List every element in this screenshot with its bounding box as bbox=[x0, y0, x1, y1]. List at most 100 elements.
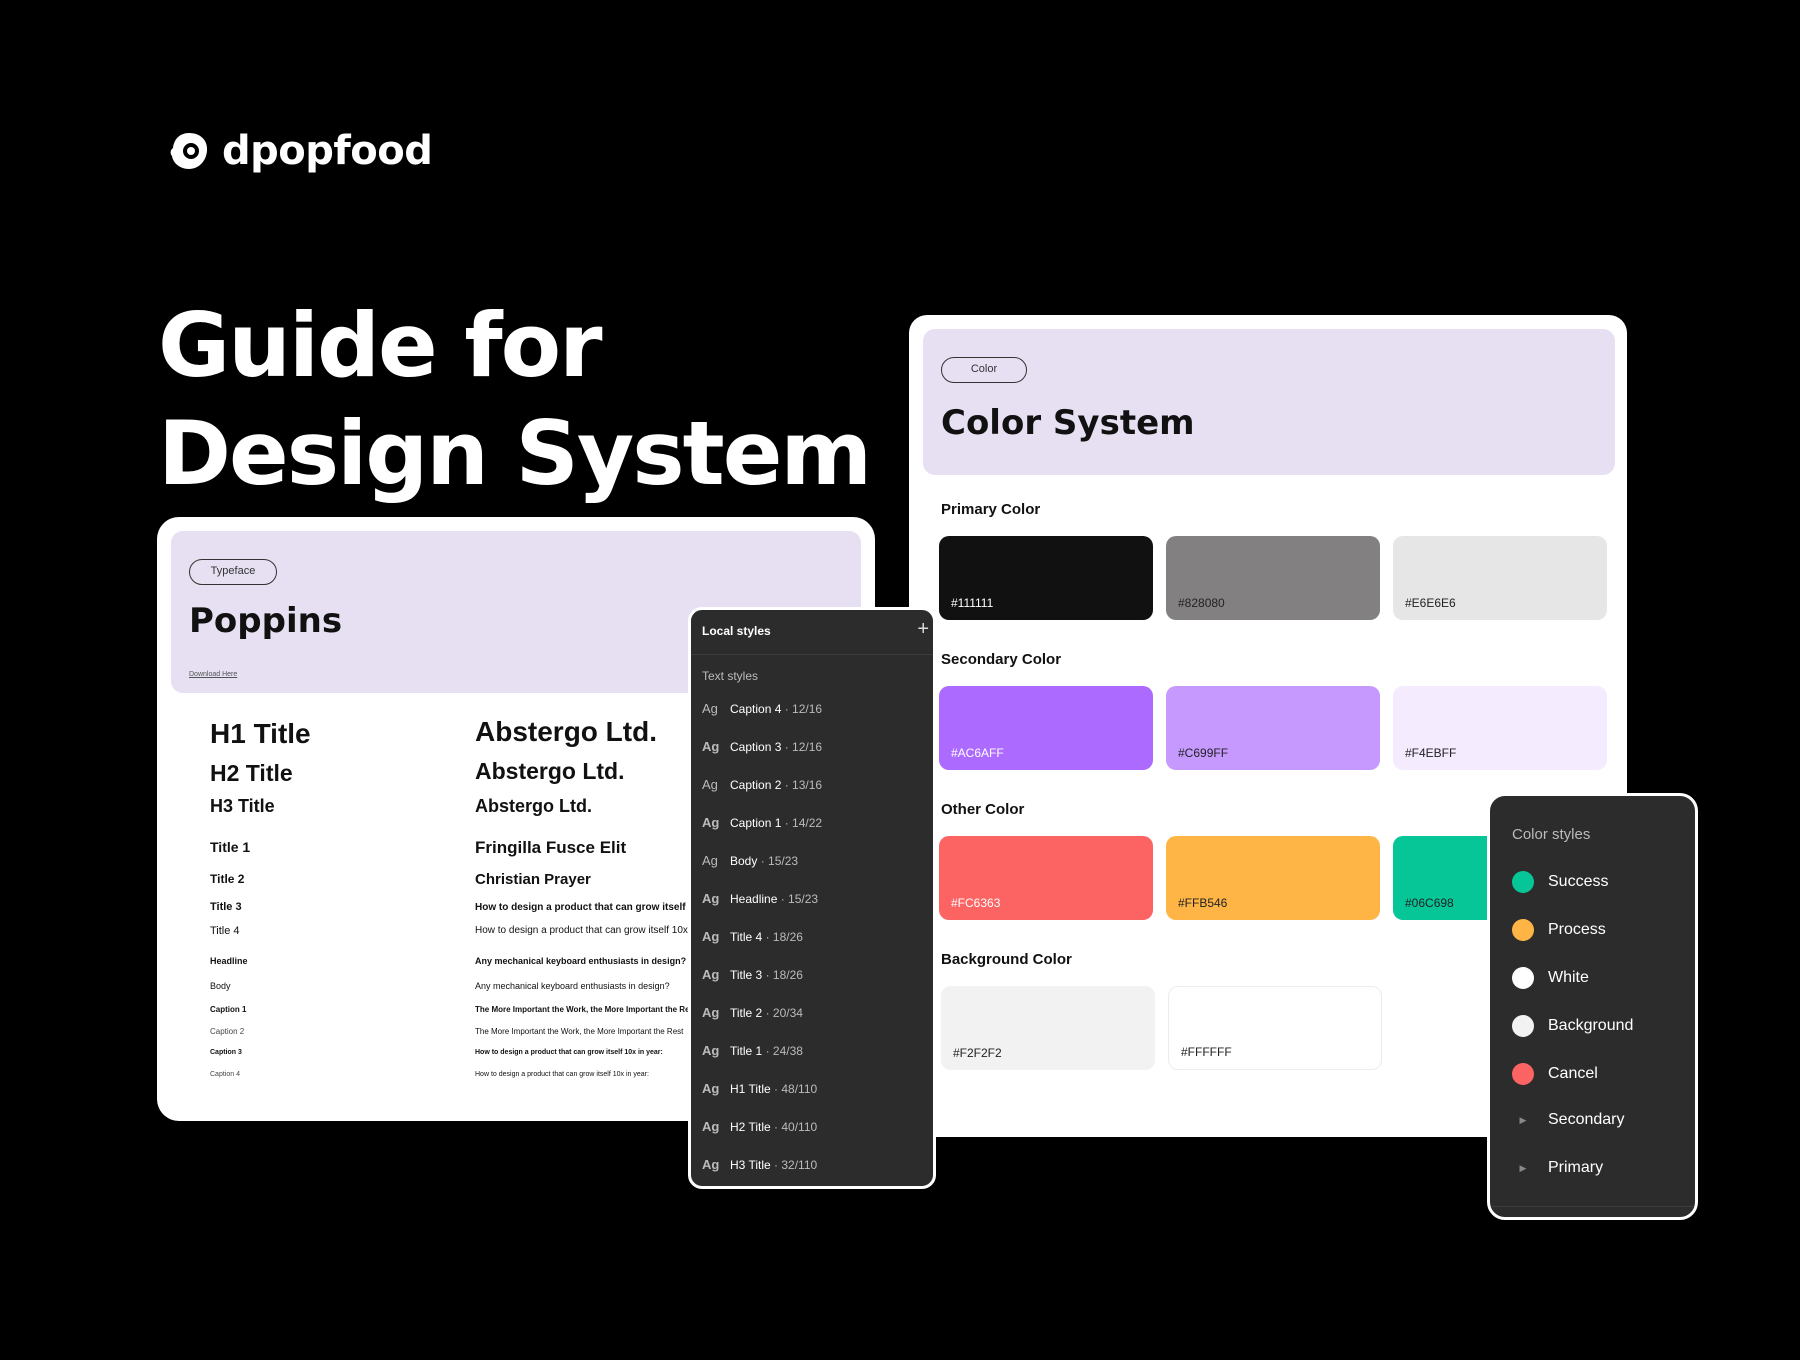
text-style-item[interactable]: Ag Caption 2 · 13/16 bbox=[702, 777, 822, 792]
typeface-tag[interactable]: Typeface bbox=[189, 559, 277, 585]
text-style-item[interactable]: Ag Title 4 · 18/26 bbox=[702, 929, 803, 944]
color-swatch[interactable]: #828080 bbox=[1166, 536, 1380, 620]
text-style-item[interactable]: Ag Title 2 · 20/34 bbox=[702, 1005, 803, 1020]
brand: dpopfood bbox=[168, 128, 433, 174]
color-style-item[interactable]: Cancel bbox=[1512, 1063, 1598, 1085]
text-style-item[interactable]: Ag Caption 1 · 14/22 bbox=[702, 815, 822, 830]
caret-right-icon: ▶ bbox=[1519, 1114, 1527, 1125]
text-style-icon: Ag bbox=[702, 1043, 720, 1058]
color-tag[interactable]: Color bbox=[941, 357, 1027, 383]
text-style-item[interactable]: Ag Headline · 15/23 bbox=[702, 891, 818, 906]
color-styles-title: Color styles bbox=[1512, 826, 1591, 843]
color-hex-label: #C699FF bbox=[1178, 746, 1229, 760]
color-hex-label: #F4EBFF bbox=[1405, 746, 1457, 760]
style-name: H3 Title bbox=[210, 796, 275, 816]
style-name: Headline bbox=[210, 956, 248, 966]
panel-divider bbox=[691, 654, 933, 655]
text-style-item[interactable]: Ag H1 Title · 48/110 bbox=[702, 1081, 817, 1096]
text-style-item[interactable]: Ag Title 1 · 24/38 bbox=[702, 1043, 803, 1058]
text-style-item[interactable]: Ag Caption 4 · 12/16 bbox=[702, 701, 822, 716]
text-style-size: · 13/16 bbox=[781, 777, 823, 792]
color-style-item[interactable]: Process bbox=[1512, 919, 1606, 941]
color-dot-icon bbox=[1512, 919, 1534, 941]
local-styles-title: Local styles bbox=[702, 624, 771, 638]
style-name: H1 Title bbox=[210, 718, 311, 749]
style-sample: Christian Prayer bbox=[475, 871, 591, 888]
text-style-size: · 40/110 bbox=[770, 1119, 818, 1134]
color-dot-icon bbox=[1512, 967, 1534, 989]
style-sample: How to design a product that can grow it… bbox=[475, 1049, 663, 1056]
text-style-icon: Ag bbox=[702, 701, 718, 716]
color-style-item[interactable]: ▶ Secondary bbox=[1512, 1111, 1625, 1129]
text-style-name: Caption 4 bbox=[730, 701, 782, 716]
style-sample: Abstergo Ltd. bbox=[475, 796, 592, 816]
style-sample: Any mechanical keyboard enthusiasts in d… bbox=[475, 956, 687, 966]
color-hex-label: #F2F2F2 bbox=[953, 1046, 1002, 1060]
text-style-icon: Ag bbox=[702, 929, 720, 944]
text-style-name: H2 Title bbox=[730, 1119, 771, 1134]
text-style-item[interactable]: Ag H2 Title · 40/110 bbox=[702, 1119, 817, 1134]
text-style-size: · 18/26 bbox=[762, 967, 803, 982]
text-style-name: Caption 2 bbox=[730, 777, 782, 792]
color-swatch[interactable]: #FC6363 bbox=[939, 836, 1153, 920]
color-swatch[interactable]: #AC6AFF bbox=[939, 686, 1153, 770]
text-style-name: Title 3 bbox=[730, 967, 763, 982]
text-style-name: H1 Title bbox=[730, 1081, 771, 1096]
color-style-name: Secondary bbox=[1548, 1111, 1625, 1128]
text-style-icon: Ag bbox=[702, 739, 720, 754]
color-system-title: Color System bbox=[941, 403, 1195, 443]
color-section-label: Background Color bbox=[941, 951, 1072, 968]
color-style-name: Primary bbox=[1548, 1159, 1604, 1176]
style-sample: How to design a product that can grow it… bbox=[475, 1071, 649, 1078]
text-style-icon: Ag bbox=[702, 967, 720, 982]
text-style-name: H3 Title bbox=[730, 1157, 771, 1172]
style-sample: The More Important the Work, the More Im… bbox=[475, 1027, 684, 1036]
add-style-icon[interactable]: + bbox=[917, 618, 929, 641]
style-sample: Abstergo Ltd. bbox=[475, 758, 625, 784]
style-sample: Any mechanical keyboard enthusiasts in d… bbox=[475, 981, 670, 991]
download-link[interactable]: Download Here bbox=[189, 671, 237, 678]
color-hex-label: #AC6AFF bbox=[951, 746, 1004, 760]
color-hex-label: #FC6363 bbox=[951, 896, 1001, 910]
text-style-item[interactable]: Ag Caption 3 · 12/16 bbox=[702, 739, 822, 754]
text-style-item[interactable]: Ag Body · 15/23 bbox=[702, 853, 798, 868]
color-style-item[interactable]: ▶ Primary bbox=[1512, 1159, 1604, 1177]
color-swatch[interactable]: #F4EBFF bbox=[1393, 686, 1607, 770]
text-style-size: · 32/110 bbox=[770, 1157, 818, 1172]
text-style-item[interactable]: Ag H3 Title · 32/110 bbox=[702, 1157, 817, 1172]
color-swatch[interactable]: #FFB546 bbox=[1166, 836, 1380, 920]
text-style-item[interactable]: Ag Title 3 · 18/26 bbox=[702, 967, 803, 982]
style-name: Title 4 bbox=[210, 925, 240, 937]
style-name: Body bbox=[210, 981, 231, 991]
color-style-item[interactable]: Background bbox=[1512, 1015, 1633, 1037]
color-hex-label: #FFFFFF bbox=[1181, 1045, 1232, 1059]
color-swatch[interactable]: #E6E6E6 bbox=[1393, 536, 1607, 620]
text-style-name: Caption 1 bbox=[730, 815, 782, 830]
color-style-name: Process bbox=[1548, 921, 1606, 938]
text-style-icon: Ag bbox=[702, 815, 720, 830]
text-style-size: · 14/22 bbox=[781, 815, 823, 830]
text-style-name: Headline bbox=[730, 891, 778, 906]
style-name: Caption 2 bbox=[210, 1027, 245, 1036]
style-sample: How to design a product that can grow it… bbox=[475, 925, 724, 936]
style-name: Title 2 bbox=[210, 872, 245, 886]
color-swatch[interactable]: #F2F2F2 bbox=[941, 986, 1155, 1070]
text-style-icon: Ag bbox=[702, 853, 718, 868]
color-style-item[interactable]: Success bbox=[1512, 871, 1608, 893]
style-name: Caption 4 bbox=[210, 1071, 240, 1078]
color-dot-icon bbox=[1512, 1063, 1534, 1085]
color-style-item[interactable]: White bbox=[1512, 967, 1589, 989]
color-hex-label: #FFB546 bbox=[1178, 896, 1228, 910]
color-section-label: Secondary Color bbox=[941, 651, 1062, 668]
brand-logo-icon bbox=[168, 130, 210, 172]
text-style-icon: Ag bbox=[702, 1119, 720, 1134]
text-style-size: · 15/23 bbox=[777, 891, 819, 906]
text-style-icon: Ag bbox=[702, 891, 720, 906]
color-swatch[interactable]: #C699FF bbox=[1166, 686, 1380, 770]
caret-right-icon: ▶ bbox=[1519, 1162, 1527, 1173]
color-styles-panel: Color styles Success Process White Backgrou… bbox=[1487, 793, 1698, 1220]
color-style-name: Background bbox=[1548, 1017, 1634, 1034]
color-swatch[interactable]: #FFFFFF bbox=[1168, 986, 1382, 1070]
text-style-size: · 12/16 bbox=[781, 701, 823, 716]
color-swatch[interactable]: #111111 bbox=[939, 536, 1153, 620]
